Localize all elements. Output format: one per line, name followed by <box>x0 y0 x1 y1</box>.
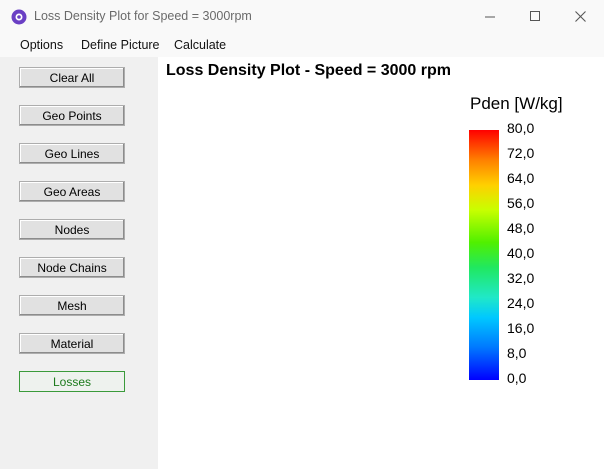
legend-tick: 24,0 <box>507 295 535 311</box>
color-scale-bar <box>469 130 499 380</box>
legend-tick: 16,0 <box>507 320 535 336</box>
material-button[interactable]: Material <box>19 333 125 354</box>
menu-calculate[interactable]: Calculate <box>174 38 226 52</box>
legend-title: Pden [W/kg] <box>470 94 563 113</box>
legend-tick: 80,0 <box>507 120 535 136</box>
legend-tick: 0,0 <box>507 370 527 386</box>
losses-button[interactable]: Losses <box>19 371 125 392</box>
app-icon <box>11 9 27 25</box>
maximize-button[interactable] <box>512 0 558 33</box>
title-bar: Loss Density Plot for Speed = 3000rpm <box>0 0 604 33</box>
mesh-button[interactable]: Mesh <box>19 295 125 316</box>
close-button[interactable] <box>557 0 603 33</box>
sidebar: Clear All Geo Points Geo Lines Geo Areas… <box>0 57 158 469</box>
plot-canvas: Loss Density Plot - Speed = 3000 rpm Pde… <box>158 57 604 469</box>
menu-bar: Options Define Picture Calculate <box>0 33 604 57</box>
maximize-icon <box>529 11 540 21</box>
menu-define-picture[interactable]: Define Picture <box>81 38 160 52</box>
stator-yoke <box>285 122 440 430</box>
nodes-button[interactable]: Nodes <box>19 219 125 240</box>
legend-tick: 32,0 <box>507 270 535 286</box>
node-chains-button[interactable]: Node Chains <box>19 257 125 278</box>
legend-tick: 48,0 <box>507 220 535 236</box>
stator-teeth <box>298 155 435 319</box>
legend-tick: 64,0 <box>507 170 535 186</box>
legend-tick: 8,0 <box>507 345 527 361</box>
menu-options[interactable]: Options <box>20 38 63 52</box>
plot-title: Loss Density Plot - Speed = 3000 rpm <box>166 62 451 79</box>
loss-density-motor-plot <box>198 119 448 434</box>
minimize-button[interactable] <box>467 0 513 33</box>
geo-lines-button[interactable]: Geo Lines <box>19 143 125 164</box>
legend-tick: 72,0 <box>507 145 535 161</box>
legend-tick: 56,0 <box>507 195 535 211</box>
clear-all-button[interactable]: Clear All <box>19 67 125 88</box>
stator-slots <box>322 152 440 399</box>
geo-points-button[interactable]: Geo Points <box>19 105 125 126</box>
legend-tick: 40,0 <box>507 245 535 261</box>
geo-areas-button[interactable]: Geo Areas <box>19 181 125 202</box>
close-icon <box>574 11 586 22</box>
rotor <box>346 183 440 349</box>
window-title: Loss Density Plot for Speed = 3000rpm <box>34 9 252 23</box>
minimize-icon <box>484 16 495 18</box>
